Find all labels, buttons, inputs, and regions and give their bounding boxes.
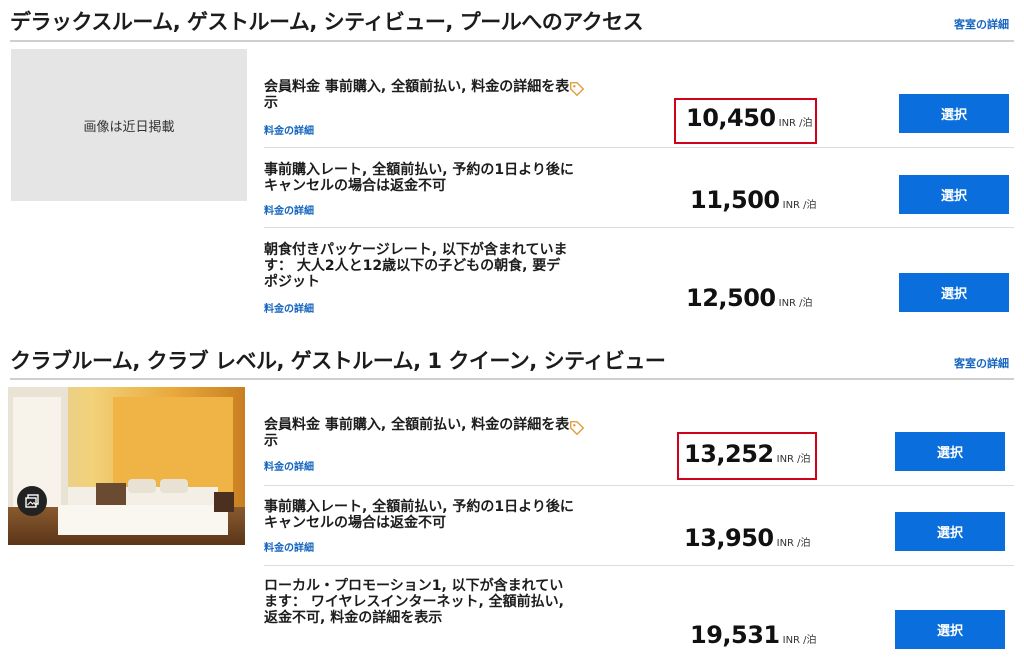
rate-details-link[interactable]: 料金の詳細 bbox=[264, 202, 314, 217]
price: 12,500 INR /泊 bbox=[686, 284, 813, 312]
member-tag-icon bbox=[569, 81, 585, 97]
rate-details-link[interactable]: 料金の詳細 bbox=[264, 539, 314, 554]
price-amount: 13,252 bbox=[684, 440, 774, 468]
select-button[interactable]: 選択 bbox=[895, 512, 1005, 551]
select-button[interactable]: 選択 bbox=[899, 94, 1009, 133]
rate-row: 朝食付きパッケージレート, 以下が含まれています： 大人2人と12歳以下の子ども… bbox=[264, 228, 1014, 326]
room-details-link[interactable]: 客室の詳細 bbox=[954, 16, 1009, 32]
rate-row: 会員料金 事前購入, 全額前払い, 料金の詳細を表示 料金の詳細 10,450 … bbox=[264, 68, 1014, 148]
image-placeholder-text: 画像は近日掲載 bbox=[83, 119, 175, 135]
hotel-room-image bbox=[8, 387, 245, 545]
price-unit: INR /泊 bbox=[776, 454, 811, 465]
select-button[interactable]: 選択 bbox=[895, 610, 1005, 649]
rate-name: 会員料金 事前購入, 全額前払い, 料金の詳細を表示 bbox=[264, 79, 570, 111]
room-title: デラックスルーム, ゲストルーム, シティビュー, プールへのアクセス bbox=[10, 10, 644, 34]
room-title: クラブルーム, クラブ レベル, ゲストルーム, 1 クイーン, シティビュー bbox=[10, 349, 666, 373]
section-divider bbox=[10, 378, 1014, 380]
rate-row: 事前購入レート, 全額前払い, 予約の1日より後にキャンセルの場合は返金不可 料… bbox=[264, 486, 1014, 566]
rate-details-link[interactable]: 料金の詳細 bbox=[264, 122, 314, 137]
rate-details-link[interactable]: 料金の詳細 bbox=[264, 300, 314, 315]
price-amount: 19,531 bbox=[690, 621, 780, 649]
rate-name: 朝食付きパッケージレート, 以下が含まれています： 大人2人と12歳以下の子ども… bbox=[264, 242, 568, 290]
rate-name: 事前購入レート, 全額前払い, 予約の1日より後にキャンセルの場合は返金不可 bbox=[264, 499, 574, 531]
rate-details-link[interactable]: 料金の詳細 bbox=[264, 458, 314, 473]
price: 10,450 INR /泊 bbox=[686, 104, 813, 132]
rate-row: ローカル・プロモーション1, 以下が含まれています： ワイヤレスインターネット,… bbox=[264, 566, 1014, 664]
rate-name: 会員料金 事前購入, 全額前払い, 料金の詳細を表示 bbox=[264, 417, 570, 449]
price: 13,950 INR /泊 bbox=[684, 524, 811, 552]
price: 11,500 INR /泊 bbox=[690, 186, 817, 214]
price-amount: 13,950 bbox=[684, 524, 774, 552]
rate-name: ローカル・プロモーション1, 以下が含まれています： ワイヤレスインターネット,… bbox=[264, 578, 564, 626]
room-image-placeholder: 画像は近日掲載 bbox=[11, 49, 247, 201]
gallery-icon bbox=[25, 494, 39, 508]
room-details-link[interactable]: 客室の詳細 bbox=[954, 355, 1009, 371]
price-amount: 10,450 bbox=[686, 104, 776, 132]
price-amount: 11,500 bbox=[690, 186, 780, 214]
rate-row: 事前購入レート, 全額前払い, 予約の1日より後にキャンセルの場合は返金不可 料… bbox=[264, 148, 1014, 228]
room-photo[interactable] bbox=[8, 387, 245, 545]
price: 19,531 INR /泊 bbox=[690, 621, 817, 649]
rate-name: 事前購入レート, 全額前払い, 予約の1日より後にキャンセルの場合は返金不可 bbox=[264, 162, 574, 194]
member-tag-icon bbox=[569, 420, 585, 436]
gallery-button[interactable] bbox=[17, 486, 47, 516]
price-amount: 12,500 bbox=[686, 284, 776, 312]
price: 13,252 INR /泊 bbox=[684, 440, 811, 468]
price-unit: INR /泊 bbox=[778, 298, 813, 309]
price-unit: INR /泊 bbox=[782, 635, 817, 646]
price-unit: INR /泊 bbox=[782, 200, 817, 211]
select-button[interactable]: 選択 bbox=[899, 273, 1009, 312]
price-unit: INR /泊 bbox=[776, 538, 811, 549]
rate-row: 会員料金 事前購入, 全額前払い, 料金の詳細を表示 料金の詳細 13,252 … bbox=[264, 406, 1014, 486]
price-unit: INR /泊 bbox=[778, 118, 813, 129]
select-button[interactable]: 選択 bbox=[899, 175, 1009, 214]
section-divider bbox=[10, 40, 1014, 42]
select-button[interactable]: 選択 bbox=[895, 432, 1005, 471]
